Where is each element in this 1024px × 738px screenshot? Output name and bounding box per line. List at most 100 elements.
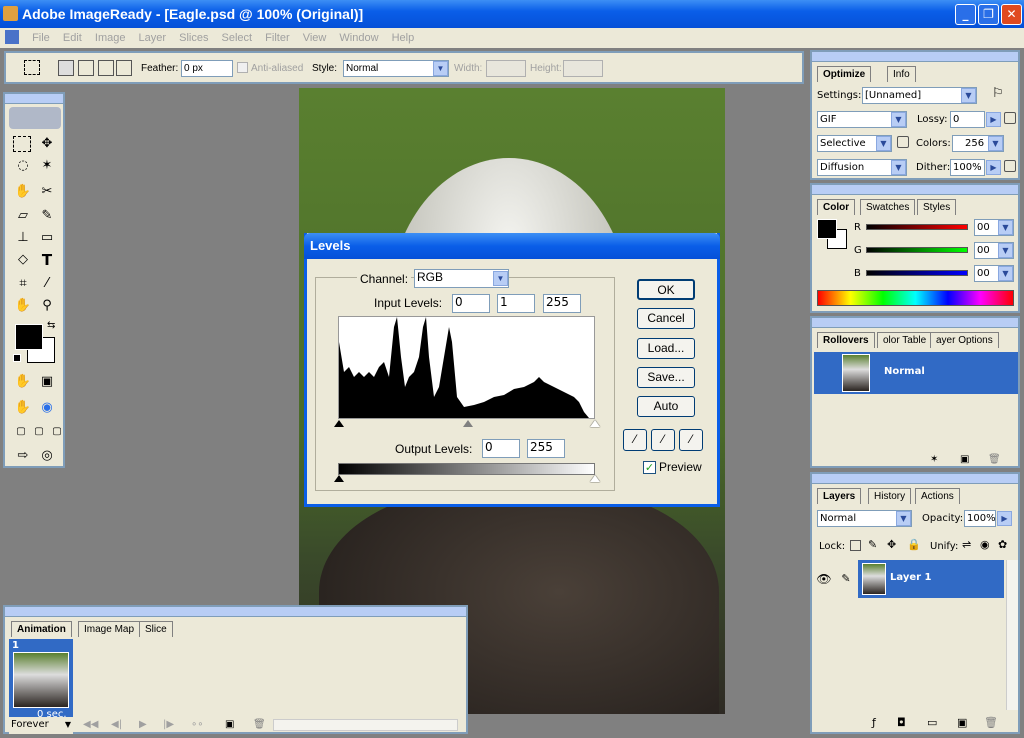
cancel-button[interactable]: Cancel xyxy=(637,308,695,329)
rectangle-tool-icon[interactable]: ▭ xyxy=(37,228,57,248)
input-black-field[interactable]: 0 xyxy=(452,294,490,313)
rewind-icon[interactable]: ◀◀ xyxy=(83,719,98,730)
tween-icon[interactable]: ∘∘ xyxy=(191,719,204,730)
opacity-arrow-icon[interactable]: ▶ xyxy=(997,511,1012,526)
tab-rollovers[interactable]: Rollovers xyxy=(817,332,875,348)
move-tool-icon[interactable]: ✥ xyxy=(37,134,57,154)
swap-colors-icon[interactable]: ⇆ xyxy=(47,320,55,331)
tab-swatches[interactable]: Swatches xyxy=(860,199,916,215)
save-button[interactable]: Save... xyxy=(637,367,695,388)
optimize-icon[interactable]: ◎ xyxy=(37,446,57,466)
toggle-image-maps-icon[interactable]: ▣ xyxy=(37,372,57,392)
menu-window[interactable]: Window xyxy=(339,32,378,44)
play-icon[interactable]: ▶ xyxy=(139,719,147,730)
selection-mode-add-icon[interactable] xyxy=(78,60,94,76)
duplicate-rollover-icon[interactable]: ▣ xyxy=(960,454,969,465)
new-layer-set-icon[interactable]: ▭ xyxy=(927,716,937,729)
green-input[interactable]: 00 ▼ xyxy=(974,242,1014,259)
selection-mode-new-icon[interactable] xyxy=(58,60,74,76)
tab-layers[interactable]: Layers xyxy=(817,488,862,504)
slice-select-tool-icon[interactable]: ✂ xyxy=(37,182,57,202)
green-slider[interactable] xyxy=(866,247,968,253)
delete-rollover-icon[interactable]: 🗑 xyxy=(988,454,1001,465)
lossy-input[interactable]: 0 xyxy=(950,111,985,128)
eraser-tool-icon[interactable]: ▱ xyxy=(13,206,33,226)
tab-info[interactable]: Info xyxy=(887,66,916,82)
lasso-tool-icon[interactable]: ◌ xyxy=(13,156,33,176)
tab-image-map[interactable]: Image Map xyxy=(78,621,141,637)
output-black-field[interactable]: 0 xyxy=(482,439,520,458)
dither-arrow-icon[interactable]: ▶ xyxy=(986,160,1001,175)
tab-slice[interactable]: Slice xyxy=(139,621,173,637)
preview-in-browser-icon[interactable]: ◉ xyxy=(37,398,57,418)
tab-actions[interactable]: Actions xyxy=(915,488,960,504)
clone-stamp-tool-icon[interactable]: ⊥ xyxy=(13,228,33,248)
lossy-arrow-icon[interactable]: ▶ xyxy=(986,112,1001,127)
rect-marquee-tool-icon[interactable] xyxy=(13,136,31,152)
red-input[interactable]: 00 ▼ xyxy=(974,219,1014,236)
tab-layer-options[interactable]: ayer Options xyxy=(930,332,999,348)
duplicate-frame-icon[interactable]: ▣ xyxy=(225,719,234,730)
unify-visibility-icon[interactable]: ◉ xyxy=(980,538,990,551)
eye-icon[interactable]: 👁 xyxy=(814,560,834,598)
magic-wand-tool-icon[interactable]: ✶ xyxy=(37,156,57,176)
crop-tool-icon[interactable]: ⌗ xyxy=(13,274,33,294)
standard-screen-icon[interactable]: ▢ xyxy=(11,422,31,442)
input-white-field[interactable]: 255 xyxy=(543,294,581,313)
tab-history[interactable]: History xyxy=(868,488,912,504)
tab-color[interactable]: Color xyxy=(817,199,856,215)
menu-slices[interactable]: Slices xyxy=(179,32,208,44)
menu-image[interactable]: Image xyxy=(95,32,126,44)
rollover-preview-icon[interactable]: ✋ xyxy=(13,398,33,418)
dither-method-select[interactable]: Diffusion ▼ xyxy=(817,159,907,176)
eyedropper-tool-icon[interactable]: ⁄ xyxy=(37,274,57,294)
next-frame-icon[interactable]: |▶ xyxy=(163,719,174,730)
white-eyedropper-icon[interactable]: ⁄ xyxy=(679,429,703,451)
animation-scrollbar[interactable] xyxy=(273,719,458,731)
lock-paint-icon[interactable]: ✎ xyxy=(868,538,877,551)
reduction-mask-icon[interactable] xyxy=(897,136,909,148)
app-icon[interactable] xyxy=(3,6,18,21)
unify-position-icon[interactable]: ⇌ xyxy=(962,538,971,551)
marquee-tool-icon[interactable] xyxy=(24,60,40,75)
preview-checkbox[interactable]: ✓ xyxy=(643,461,656,474)
hand-tool-icon[interactable]: ✋ xyxy=(13,296,33,316)
animation-frame[interactable]: 1 0 sec. xyxy=(9,639,73,723)
feather-input[interactable]: 0 px xyxy=(181,60,233,77)
colors-input[interactable]: 256 ▼ xyxy=(952,135,1004,152)
default-colors-icon[interactable] xyxy=(13,354,21,362)
antialias-checkbox[interactable] xyxy=(237,62,248,73)
layers-scrollbar[interactable] xyxy=(1006,560,1018,710)
color-fg-swatch[interactable] xyxy=(817,219,837,239)
style-select[interactable]: Normal ▼ xyxy=(343,60,449,77)
rollover-state-row[interactable]: Normal xyxy=(814,352,1018,394)
menu-select[interactable]: Select xyxy=(222,32,253,44)
jump-to-photoshop-icon[interactable]: ⇨ xyxy=(13,446,33,466)
menu-file[interactable]: File xyxy=(32,32,50,44)
new-layer-icon[interactable]: ▣ xyxy=(957,716,967,729)
gray-eyedropper-icon[interactable]: ⁄ xyxy=(651,429,675,451)
close-button[interactable]: ✕ xyxy=(1001,4,1022,25)
format-select[interactable]: GIF ▼ xyxy=(817,111,907,128)
blend-mode-select[interactable]: Normal ▼ xyxy=(817,510,912,527)
reduction-select[interactable]: Selective ▼ xyxy=(817,135,892,152)
link-brush-icon[interactable]: ✎ xyxy=(836,560,856,598)
output-black-slider[interactable] xyxy=(334,475,344,482)
input-white-slider[interactable] xyxy=(590,420,600,427)
settings-select[interactable]: [Unnamed] ▼ xyxy=(862,87,977,104)
input-gamma-field[interactable]: 1 xyxy=(497,294,535,313)
delete-layer-icon[interactable]: 🗑 xyxy=(984,716,998,729)
menu-view[interactable]: View xyxy=(303,32,327,44)
menu-help[interactable]: Help xyxy=(392,32,415,44)
paint-bucket-tool-icon[interactable]: ◇ xyxy=(13,250,33,270)
new-rollover-state-icon[interactable]: ✶ xyxy=(930,454,938,465)
previous-frame-icon[interactable]: ◀| xyxy=(111,719,122,730)
slice-tool-icon[interactable]: ✋ xyxy=(13,182,33,202)
opacity-input[interactable]: 100% xyxy=(964,510,996,527)
output-white-field[interactable]: 255 xyxy=(527,439,565,458)
tab-animation[interactable]: Animation xyxy=(11,621,72,637)
auto-button[interactable]: Auto xyxy=(637,396,695,417)
full-screen-icon[interactable]: ▢ xyxy=(47,422,67,442)
delete-frame-icon[interactable]: 🗑 xyxy=(253,719,266,730)
tab-optimize[interactable]: Optimize xyxy=(817,66,872,82)
